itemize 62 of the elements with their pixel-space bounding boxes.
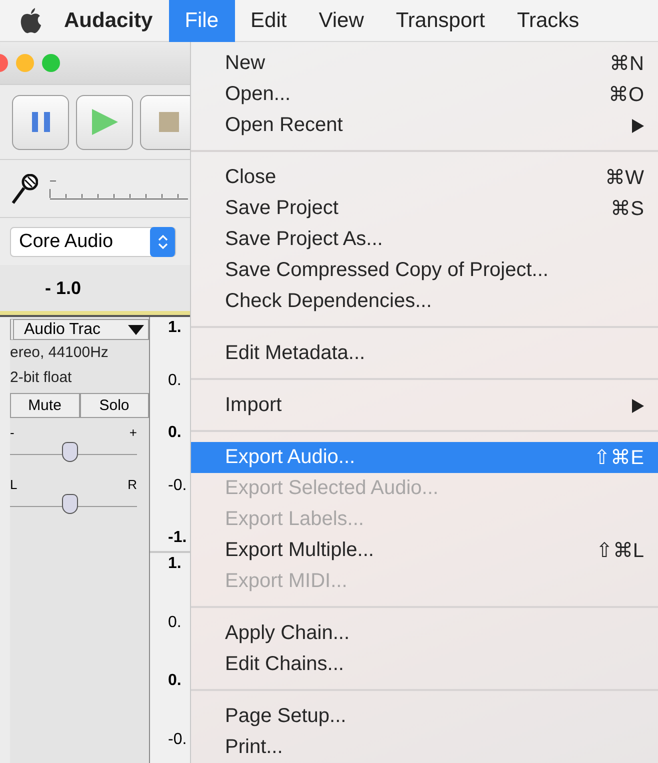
slider-min-label: - <box>10 426 14 439</box>
minimize-window-button[interactable] <box>16 54 34 72</box>
menu-item[interactable]: Apply Chain... <box>191 618 658 649</box>
menu-item[interactable]: Save Compressed Copy of Project... <box>191 255 658 286</box>
menu-item[interactable]: Save Project ⌘S <box>191 193 658 224</box>
app-menu-title[interactable]: Audacity <box>64 8 153 32</box>
pause-icon <box>32 112 50 132</box>
menu-item[interactable]: Edit Metadata... <box>191 338 658 369</box>
menu-item[interactable]: Open... ⌘O <box>191 79 658 110</box>
stop-icon <box>158 112 178 132</box>
menu-item[interactable]: Export Multiple... ⇧⌘L <box>191 535 658 566</box>
timeline-ruler[interactable]: - 1.0 <box>0 265 190 315</box>
apple-logo-icon[interactable] <box>20 8 42 34</box>
scale-label: 0. <box>168 614 182 632</box>
scale-label: 0. <box>168 672 182 690</box>
slider-max-label: R <box>128 478 137 491</box>
menu-item[interactable]: Export Audio... ⇧⌘E <box>191 442 658 473</box>
dropdown-triangle-icon <box>128 324 144 334</box>
menu-item[interactable]: Edit Chains... <box>191 649 658 680</box>
scale-label: 1. <box>168 555 182 573</box>
shortcut-text: ⌘N <box>610 52 644 76</box>
stop-button[interactable] <box>140 94 190 150</box>
menu-item[interactable]: Check Dependencies... <box>191 286 658 317</box>
menu-item[interactable]: Import <box>191 390 658 421</box>
menu-item[interactable]: New ⌘N <box>191 48 658 79</box>
play-icon <box>92 109 118 135</box>
menu-title[interactable]: View <box>302 0 380 42</box>
scale-label: 0. <box>168 424 182 442</box>
microphone-icon <box>10 174 38 204</box>
scale-label: -0. <box>168 476 188 494</box>
slider-thumb[interactable] <box>62 442 78 462</box>
slider-max-label: + <box>129 426 137 439</box>
menu-title[interactable]: Tracks <box>500 0 596 42</box>
menu-item[interactable]: Print... <box>191 732 658 763</box>
track-name-menu[interactable]: Audio Trac <box>10 319 149 340</box>
track-info-text: ereo, 44100Hz <box>10 343 110 363</box>
scale-label: 1. <box>168 319 182 337</box>
shortcut-text: ⇧⌘L <box>596 539 644 563</box>
scale-label: -1. <box>168 529 188 547</box>
menu-title[interactable]: Edit <box>234 0 303 42</box>
shortcut-text: ⇧⌘E <box>594 446 644 470</box>
stepper-arrows-icon <box>158 232 168 250</box>
solo-button[interactable]: Solo <box>80 393 149 418</box>
shortcut-text: ⌘S <box>610 197 644 221</box>
zoom-window-button[interactable] <box>42 54 60 72</box>
shortcut-text: ⌘W <box>605 166 644 190</box>
mute-button[interactable]: Mute <box>10 393 80 418</box>
menu-title[interactable]: File <box>168 0 235 42</box>
scale-label: -0. <box>168 730 188 749</box>
shortcut-text: ⌘O <box>608 83 644 107</box>
slider-min-label: L <box>10 478 18 491</box>
menu-title[interactable]: Transport <box>380 0 501 42</box>
slider-thumb[interactable] <box>62 494 78 514</box>
audio-host-select[interactable]: Core Audio <box>10 226 176 256</box>
scale-label: 0. <box>168 372 182 390</box>
play-button[interactable] <box>76 94 133 150</box>
menu-item[interactable]: Page Setup... <box>191 701 658 732</box>
menu-item[interactable]: Open Recent <box>191 110 658 141</box>
pause-button[interactable] <box>12 94 69 150</box>
menu-item[interactable]: Close ⌘W <box>191 162 658 193</box>
menu-item[interactable]: Save Project As... <box>191 224 658 255</box>
track-info-text: 2-bit float <box>10 368 73 388</box>
